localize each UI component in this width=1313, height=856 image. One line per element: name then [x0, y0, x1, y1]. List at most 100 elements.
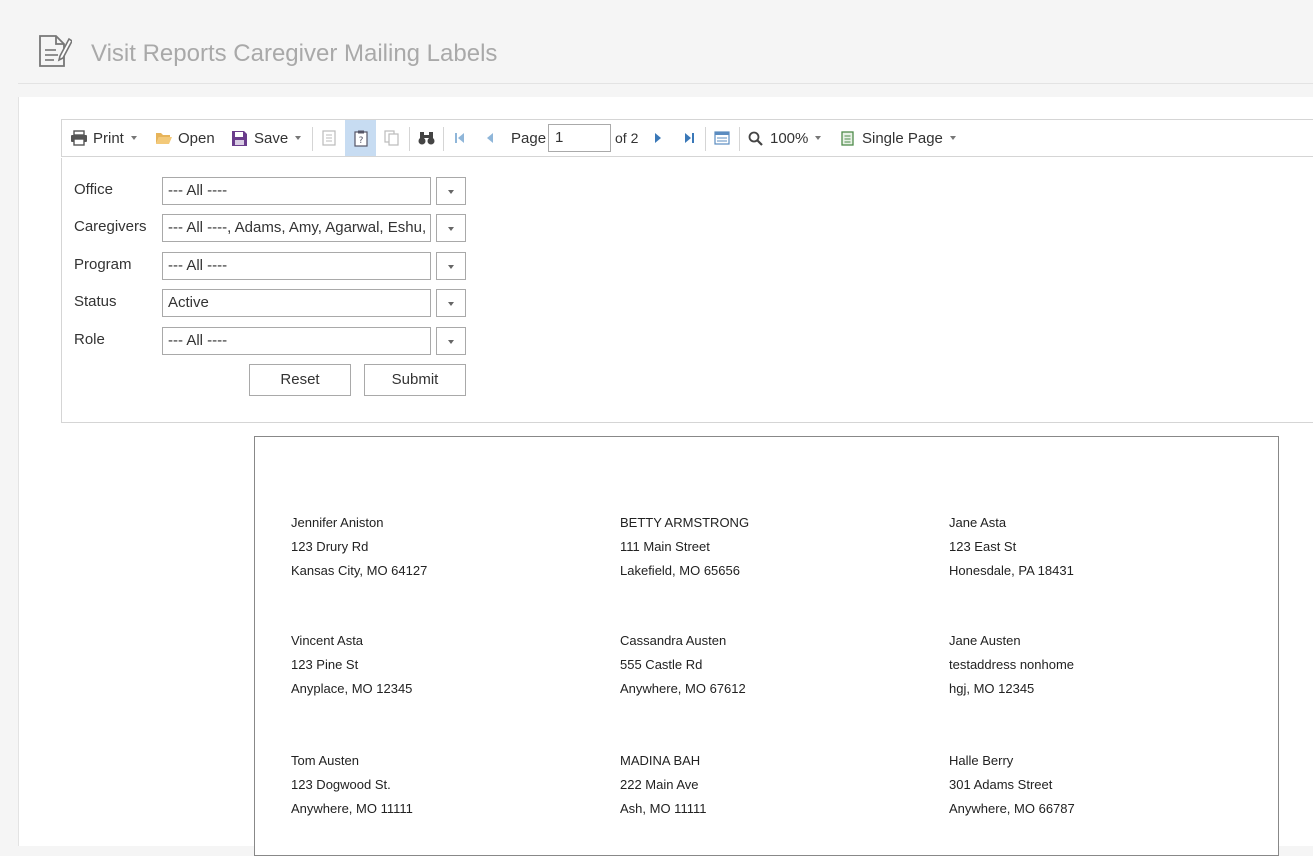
mailing-label: MADINA BAH 222 Main Ave Ash, MO 11111 — [620, 749, 706, 821]
document-map-icon — [322, 130, 336, 146]
label-name: Vincent Asta — [291, 633, 364, 648]
label-city: Anywhere, MO 11111 — [291, 801, 413, 816]
mailing-label: Cassandra Austen 555 Castle Rd Anywhere,… — [620, 629, 746, 701]
svg-text:?: ? — [358, 136, 363, 146]
caregivers-dropdown-button[interactable] — [436, 214, 466, 242]
label-name: Halle Berry — [949, 753, 1014, 768]
printer-icon — [71, 130, 87, 146]
next-page-icon — [655, 133, 661, 143]
toolbar-separator — [443, 127, 444, 151]
mailing-label: Jane Asta 123 East St Honesdale, PA 1843… — [949, 511, 1074, 583]
label-city: Kansas City, MO 64127 — [291, 563, 428, 578]
view-mode-label: Single Page — [862, 129, 943, 147]
folder-open-icon — [156, 133, 172, 144]
office-select[interactable]: --- All ---- — [162, 177, 431, 205]
label-street: 111 Main Street — [620, 539, 710, 554]
role-label: Role — [74, 331, 105, 348]
status-select[interactable]: Active — [162, 289, 431, 317]
parameters-toggle-button[interactable]: ? — [345, 120, 376, 156]
caregivers-select[interactable]: --- All ----, Adams, Amy, Agarwal, Eshu,… — [162, 214, 431, 242]
label-street: 123 Drury Rd — [291, 539, 369, 554]
first-page-icon — [454, 133, 464, 143]
reset-button[interactable]: Reset — [249, 364, 351, 396]
label-city: hgj, MO 12345 — [949, 681, 1035, 696]
label-name: Jane Austen — [949, 633, 1021, 648]
zoom-dropdown[interactable]: 100% — [748, 120, 822, 156]
multi-page-button[interactable] — [379, 120, 405, 156]
clipboard-parameters-icon: ? — [353, 130, 368, 147]
label-city: Honesdale, PA 18431 — [949, 563, 1074, 578]
previous-page-button[interactable] — [480, 120, 500, 156]
toolbar-separator — [312, 127, 313, 151]
print-button[interactable]: Print — [70, 120, 137, 156]
status-label: Status — [74, 293, 117, 310]
label-street: 301 Adams Street — [949, 777, 1053, 792]
label-city: Lakefield, MO 65656 — [620, 563, 740, 578]
report-toolbar: Print Open Save ? Page 1 of 2 100% Singl… — [61, 119, 1313, 157]
office-label: Office — [74, 181, 113, 198]
chevron-down-icon — [448, 340, 454, 344]
chevron-down-icon — [949, 136, 956, 140]
chevron-down-icon — [448, 227, 454, 231]
save-button[interactable]: Save — [232, 120, 302, 156]
submit-button[interactable]: Submit — [364, 364, 466, 396]
label-name: Tom Austen — [291, 753, 359, 768]
label-name: BETTY ARMSTRONG — [620, 515, 750, 530]
label-name: Jane Asta — [949, 515, 1007, 530]
mailing-label: Jennifer Aniston 123 Drury Rd Kansas Cit… — [291, 511, 427, 583]
parameters-panel: Office --- All ---- Caregivers --- All -… — [61, 158, 1313, 423]
chevron-down-icon — [815, 136, 822, 140]
floppy-disk-icon — [232, 130, 247, 146]
toolbar-separator — [739, 127, 740, 151]
mailing-label: Jane Austen testaddress nonhome hgj, MO … — [949, 629, 1074, 701]
chevron-down-icon — [448, 190, 454, 194]
report-document-icon — [39, 35, 72, 67]
report-viewer: Print Open Save ? Page 1 of 2 100% Singl… — [18, 97, 1313, 856]
page-count: of 2 — [615, 130, 639, 146]
program-select[interactable]: --- All ---- — [162, 252, 431, 280]
binoculars-icon — [418, 132, 434, 145]
mailing-label: Vincent Asta 123 Pine St Anyplace, MO 12… — [291, 629, 412, 701]
office-dropdown-button[interactable] — [436, 177, 466, 205]
role-dropdown-button[interactable] — [436, 327, 466, 355]
view-mode-dropdown[interactable]: Single Page — [841, 120, 956, 156]
caregivers-label: Caregivers — [74, 218, 147, 235]
label-street: 222 Main Ave — [620, 777, 699, 792]
label-city: Anywhere, MO 66787 — [949, 801, 1075, 816]
mailing-label: Tom Austen 123 Dogwood St. Anywhere, MO … — [291, 749, 413, 821]
role-select[interactable]: --- All ---- — [162, 327, 431, 355]
label-street: 555 Castle Rd — [620, 657, 703, 672]
mailing-label: Halle Berry 301 Adams Street Anywhere, M… — [949, 749, 1075, 821]
magnifier-icon — [748, 131, 763, 146]
print-layout-button[interactable] — [710, 120, 734, 156]
label-city: Anyplace, MO 12345 — [291, 681, 413, 696]
document-map-button[interactable] — [316, 120, 342, 156]
last-page-icon — [684, 133, 694, 143]
label-name: Cassandra Austen — [620, 633, 727, 648]
chevron-down-icon — [448, 302, 454, 306]
print-layout-icon — [714, 131, 730, 145]
search-button[interactable] — [414, 120, 438, 156]
label-name: Jennifer Aniston — [291, 515, 384, 530]
mailing-label: BETTY ARMSTRONG 111 Main Street Lakefiel… — [620, 511, 749, 583]
copy-pages-icon — [384, 130, 399, 146]
last-page-button[interactable] — [678, 120, 700, 156]
next-page-button[interactable] — [648, 120, 668, 156]
label-city: Anywhere, MO 67612 — [620, 681, 746, 696]
print-label: Print — [93, 129, 124, 147]
first-page-button[interactable] — [448, 120, 470, 156]
toolbar-separator — [705, 127, 706, 151]
status-dropdown-button[interactable] — [436, 289, 466, 317]
page-header: Visit Reports Caregiver Mailing Labels — [18, 0, 1313, 84]
open-label: Open — [178, 129, 215, 147]
open-button[interactable]: Open — [155, 120, 215, 156]
chevron-down-icon — [130, 136, 137, 140]
previous-page-icon — [487, 133, 493, 143]
toolbar-separator — [409, 127, 410, 151]
label-street: 123 East St — [949, 539, 1017, 554]
program-dropdown-button[interactable] — [436, 252, 466, 280]
page-title: Visit Reports Caregiver Mailing Labels — [91, 40, 498, 67]
save-label: Save — [254, 129, 289, 147]
program-label: Program — [74, 256, 132, 273]
page-number-input[interactable]: 1 — [548, 124, 611, 152]
